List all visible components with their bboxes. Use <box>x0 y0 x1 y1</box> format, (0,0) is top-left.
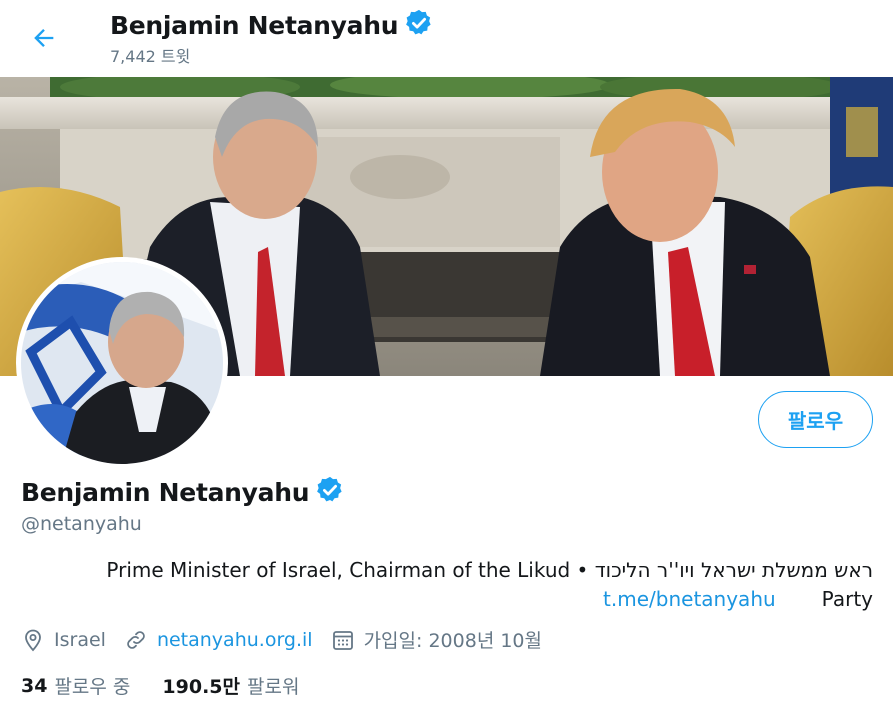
followers-label: 팔로워 <box>247 676 300 698</box>
profile-display-name: Benjamin Netanyahu <box>21 478 310 507</box>
back-arrow-icon <box>34 29 54 47</box>
tweet-count: 7,442 트윗 <box>110 47 191 66</box>
header-name: Benjamin Netanyahu <box>110 11 399 40</box>
website: netanyahu.org.il <box>124 628 313 652</box>
profile-header: Benjamin Netanyahu 7,442 트윗 <box>0 0 893 77</box>
following-label: 팔로우 중 <box>54 676 131 698</box>
followers-stat[interactable]: 190.5만 팔로워 <box>162 672 299 699</box>
calendar-icon <box>332 630 353 650</box>
bio-text-tail: Party <box>821 587 873 611</box>
profile-meta: Israel netanyahu.org.il 가입일: 2008년 10월 <box>21 626 560 653</box>
profile-name: Benjamin Netanyahu <box>21 475 345 510</box>
following-stat[interactable]: 34 팔로우 중 <box>21 672 130 699</box>
join-date-text: 가입일: 2008년 10월 <box>363 630 542 652</box>
profile-handle: @netanyahu <box>21 513 142 535</box>
profile-bio: Prime Minister of Israel, Chairman of th… <box>21 556 873 614</box>
location-pin-icon <box>25 629 41 651</box>
bio-link[interactable]: t.me/bnetanyahu <box>603 587 776 611</box>
bio-line-2: t.me/bnetanyahu Party <box>21 585 873 614</box>
following-count: 34 <box>21 674 48 697</box>
verified-badge-icon <box>315 475 345 510</box>
avatar[interactable] <box>16 257 228 469</box>
followers-count: 190.5만 <box>162 676 241 698</box>
profile-stats: 34 팔로우 중 190.5만 팔로워 <box>21 672 331 699</box>
follow-button[interactable]: 팔로우 <box>758 391 873 448</box>
join-date: 가입일: 2008년 10월 <box>331 626 542 653</box>
location-text: Israel <box>54 628 106 651</box>
verified-badge-icon <box>404 8 434 43</box>
website-link[interactable]: netanyahu.org.il <box>157 629 313 651</box>
bio-text: Prime Minister of Israel, Chairman of th… <box>106 558 873 582</box>
header-title: Benjamin Netanyahu <box>110 8 434 43</box>
back-button[interactable] <box>24 18 64 58</box>
location: Israel <box>21 628 106 652</box>
link-icon <box>127 630 145 649</box>
